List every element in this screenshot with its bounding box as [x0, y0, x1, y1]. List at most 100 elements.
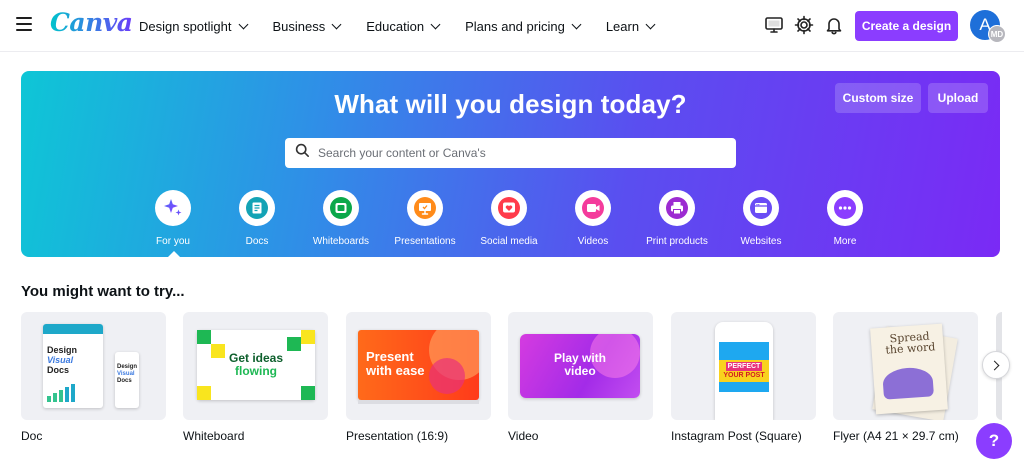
chevron-down-icon: [238, 19, 248, 29]
card-label: Flyer (A4 21 × 29.7 cm): [833, 429, 959, 443]
category-social-media[interactable]: Social media: [467, 190, 551, 247]
selected-category-indicator: [167, 251, 181, 257]
search-input[interactable]: [318, 146, 718, 160]
nav-learn[interactable]: Learn: [593, 13, 667, 40]
card-label: Presentation (16:9): [346, 429, 449, 443]
card-instagram-post[interactable]: PERFECT YOUR POST Instagram Post (Square…: [671, 312, 816, 443]
category-for-you[interactable]: For you: [131, 190, 215, 247]
card-thumbnail: Design Visual Docs Design Visual Docs: [21, 312, 166, 420]
category-presentations[interactable]: Presentations: [383, 190, 467, 247]
category-icon-circle: [575, 190, 611, 226]
category-label: Videos: [577, 236, 609, 247]
nav-links: Design spotlight Business Education Plan…: [126, 0, 667, 52]
category-icon-circle: [659, 190, 695, 226]
upload-button[interactable]: Upload: [928, 83, 988, 113]
website-icon: [750, 197, 772, 219]
monitor-icon[interactable]: [763, 14, 785, 36]
thumb-text: Docs: [47, 365, 70, 375]
card-label: Instagram Post (Square): [671, 429, 802, 443]
more-icon: [834, 197, 856, 219]
carousel-next-button[interactable]: [982, 351, 1010, 379]
card-flyer[interactable]: Spread the word Flyer (A4 21 × 29.7 cm): [833, 312, 978, 443]
hero-banner: What will you design today? Custom size …: [21, 71, 1000, 257]
presentation-icon: [414, 197, 436, 219]
doc-icon: [246, 197, 268, 219]
nav-link-label: Education: [366, 18, 425, 34]
bell-icon[interactable]: [823, 14, 845, 36]
thumb-text: YOUR POST: [723, 372, 765, 379]
section-title: You might want to try...: [21, 283, 185, 300]
card-video[interactable]: Play with video Video: [508, 312, 653, 443]
category-docs[interactable]: Docs: [215, 190, 299, 247]
category-label: For you: [156, 236, 190, 247]
team-avatar-badge[interactable]: MD: [988, 25, 1006, 43]
menu-icon[interactable]: [16, 17, 32, 31]
category-icon-circle: [239, 190, 275, 226]
heart-icon: [498, 197, 520, 219]
whiteboard-icon: [330, 197, 352, 219]
help-button[interactable]: ?: [976, 423, 1012, 459]
thumb-text: flowing: [235, 364, 277, 378]
sparkle-icon: [164, 199, 182, 216]
chevron-right-icon: [989, 360, 1000, 370]
category-print-products[interactable]: Print products: [635, 190, 719, 247]
thumb-text: the word: [885, 340, 936, 357]
card-label: Doc: [21, 429, 43, 443]
top-navigation: Canva Design spotlight Business Educatio…: [0, 0, 1024, 52]
search-bar[interactable]: [285, 138, 736, 168]
category-label: Websites: [740, 236, 782, 247]
category-icon-circle: [155, 190, 191, 226]
card-doc[interactable]: Design Visual Docs Design Visual Docs Doc: [21, 312, 166, 443]
category-row: For you Docs Whiteboards Presentations S…: [131, 190, 887, 247]
nav-link-label: Business: [272, 18, 326, 34]
category-websites[interactable]: Websites: [719, 190, 803, 247]
category-icon-circle: [743, 190, 779, 226]
category-videos[interactable]: Videos: [551, 190, 635, 247]
printer-icon: [666, 197, 688, 219]
nav-design-spotlight[interactable]: Design spotlight: [126, 13, 260, 40]
chevron-down-icon: [571, 19, 582, 29]
nav-business[interactable]: Business: [260, 13, 354, 40]
category-icon-circle: [491, 190, 527, 226]
thumb-text: Present: [366, 349, 414, 364]
video-icon: [582, 197, 604, 219]
custom-size-button[interactable]: Custom size: [835, 83, 921, 113]
chevron-down-icon: [645, 19, 656, 29]
nav-link-label: Learn: [605, 18, 640, 34]
thumb-text: Design: [47, 345, 78, 355]
card-thumbnail: Play with video: [508, 312, 653, 420]
card-thumbnail: Get ideas flowing: [183, 312, 328, 420]
category-label: More: [833, 236, 857, 247]
thumb-text: with ease: [366, 363, 425, 378]
category-label: Social media: [480, 236, 538, 247]
category-label: Docs: [245, 236, 269, 247]
card-label: Video: [508, 429, 539, 443]
card-thumbnail: Present with ease: [346, 312, 491, 420]
card-label: Whiteboard: [183, 429, 245, 443]
card-presentation[interactable]: Present with ease Presentation (16:9): [346, 312, 491, 443]
create-design-button[interactable]: Create a design: [855, 11, 958, 41]
chevron-down-icon: [331, 19, 342, 29]
category-label: Whiteboards: [312, 236, 370, 247]
nav-education[interactable]: Education: [353, 13, 452, 40]
category-more[interactable]: More: [803, 190, 887, 247]
nav-plans-and-pricing[interactable]: Plans and pricing: [452, 13, 593, 40]
card-thumbnail: Spread the word: [833, 312, 978, 420]
thumb-text: PERFECT: [725, 362, 763, 371]
nav-link-label: Plans and pricing: [465, 18, 565, 34]
category-icon-circle: [407, 190, 443, 226]
category-icon-circle: [323, 190, 359, 226]
card-thumbnail: PERFECT YOUR POST: [671, 312, 816, 420]
chevron-down-icon: [430, 19, 441, 29]
canva-logo[interactable]: Canva: [50, 8, 133, 37]
category-whiteboards[interactable]: Whiteboards: [299, 190, 383, 247]
card-whiteboard[interactable]: Get ideas flowing Whiteboard: [183, 312, 328, 443]
search-icon: [295, 143, 310, 163]
thumb-text: video: [564, 364, 596, 378]
gear-icon[interactable]: [793, 14, 815, 36]
nav-link-label: Design spotlight: [139, 18, 232, 34]
thumb-text: Visual: [47, 355, 74, 365]
category-label: Presentations: [394, 236, 456, 247]
category-icon-circle: [827, 190, 863, 226]
category-label: Print products: [646, 236, 708, 247]
